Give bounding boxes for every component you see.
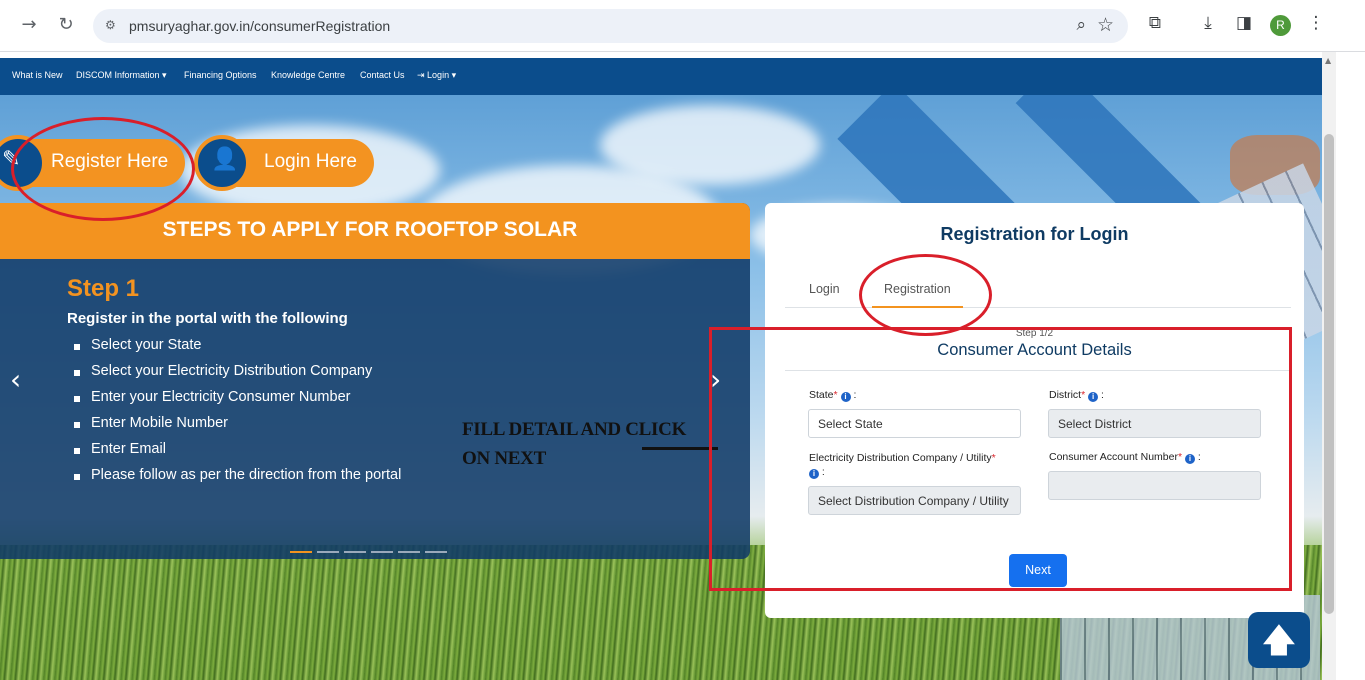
list-item: Enter Mobile Number [74,415,401,441]
steps-heading: STEPS TO APPLY FOR ROOFTOP SOLAR [162,218,578,241]
step-title: Step 1 [67,275,140,302]
step-subtitle: Register in the portal with the followin… [67,310,348,327]
list-item: Select your Electricity Distribution Com… [74,363,401,389]
tab-login[interactable]: Login [809,282,840,296]
menu-icon[interactable]: ⋮ [1304,13,1328,33]
site-info-icon[interactable]: ⚙ [105,18,121,34]
step-list: Select your State Select your Electricit… [74,337,401,493]
extensions-icon[interactable]: ⧉ [1143,13,1167,33]
carousel-indicators [290,538,452,557]
browser-toolbar: → ↻ ⚙ pmsuryaghar.gov.in/consumerRegistr… [0,0,1365,52]
nav-item-knowledge[interactable]: Knowledge Centre [271,70,345,80]
scroll-up-icon[interactable]: ▲ [1325,56,1331,65]
zoom-icon[interactable]: ⌕ [1076,15,1086,35]
annotation-underline [642,447,718,450]
carousel-dot[interactable] [371,551,393,553]
arrow-up-icon: 🡅 [1262,621,1296,659]
forward-arrow-icon[interactable]: → [16,12,42,38]
sidepanel-icon[interactable]: ◨ [1232,13,1256,33]
annotation-rect-form [709,327,1292,591]
carousel-dot[interactable] [425,551,447,553]
list-item: Enter your Electricity Consumer Number [74,389,401,415]
carousel-dot[interactable] [317,551,339,553]
carousel-dot[interactable] [290,551,312,553]
carousel-prev-icon[interactable]: ‹ [10,363,21,396]
login-here-button[interactable]: 👤 Login Here [194,135,374,191]
annotation-oval-registration-tab [859,254,992,336]
avatar[interactable]: R [1270,15,1291,36]
carousel-dot[interactable] [344,551,366,553]
registration-title: Registration for Login [940,224,1129,244]
address-bar[interactable]: ⚙ pmsuryaghar.gov.in/consumerRegistratio… [93,9,1128,43]
list-item: Please follow as per the direction from … [74,467,401,493]
scroll-to-top-button[interactable]: 🡅 [1248,612,1310,668]
nav-item-login[interactable]: ⇥ Login ▾ [417,70,456,81]
nav-item-discom[interactable]: DISCOM Information ▾ [76,70,167,81]
user-login-icon: 👤 [194,135,250,191]
list-item: Select your State [74,337,401,363]
scrollbar[interactable]: ▲ [1322,52,1336,680]
nav-item-whats-new[interactable]: What is New [12,70,63,80]
nav-item-financing[interactable]: Financing Options [184,70,257,80]
list-item: Enter Email [74,441,401,467]
reload-icon[interactable]: ↻ [53,12,79,38]
scroll-thumb[interactable] [1324,134,1334,614]
star-icon[interactable]: ☆ [1097,14,1114,36]
annotation-text: FILL DETAIL AND CLICK ON NEXT [462,419,687,469]
carousel-dot[interactable] [398,551,420,553]
download-icon[interactable]: ⤓ [1196,13,1220,33]
nav-item-contact[interactable]: Contact Us [360,70,405,80]
site-navbar: What is New DISCOM Information ▾ Financi… [0,58,1322,95]
annotation-oval-register [11,117,195,221]
steps-carousel: STEPS TO APPLY FOR ROOFTOP SOLAR Step 1 … [0,203,750,559]
url-text[interactable]: pmsuryaghar.gov.in/consumerRegistration [129,18,390,34]
